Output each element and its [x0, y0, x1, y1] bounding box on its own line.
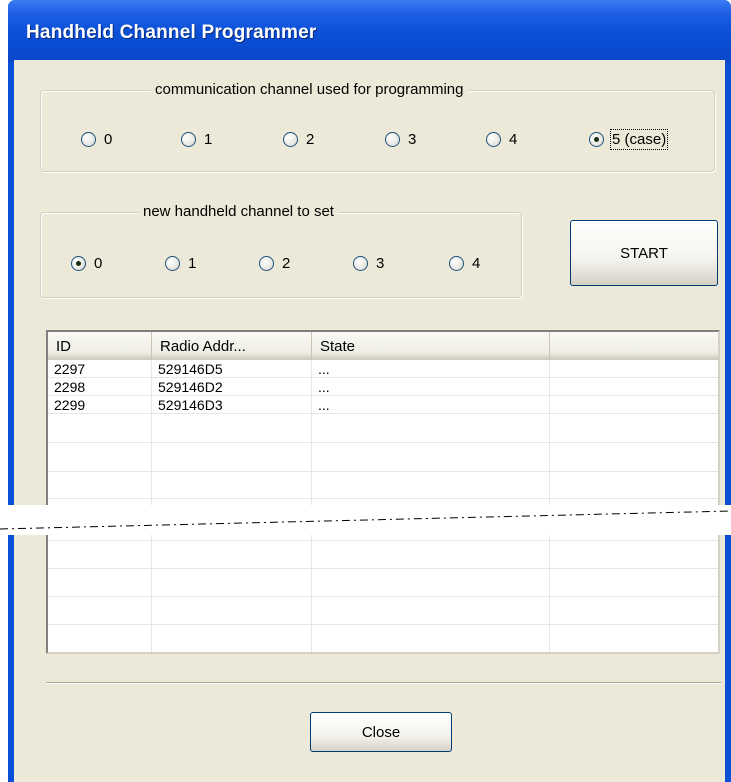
title-bar[interactable]: Handheld Channel Programmer — [8, 0, 731, 62]
comm-channel-radio-3[interactable]: 3 — [385, 131, 416, 148]
radio-label: 2 — [306, 131, 315, 148]
new-channel-radio-4[interactable]: 4 — [449, 255, 480, 272]
radio-label: 1 — [188, 255, 197, 272]
cell-id: 2298 — [54, 379, 86, 395]
comm-channel-radio-4[interactable]: 4 — [486, 131, 517, 148]
radio-label: 2 — [282, 255, 291, 272]
cell-id: 2297 — [54, 361, 86, 377]
comm-channel-radio-0[interactable]: 0 — [81, 131, 112, 148]
radio-label: 3 — [408, 131, 417, 148]
radio-label: 4 — [472, 255, 481, 272]
radio-label: 0 — [94, 255, 103, 272]
separator-line — [46, 682, 721, 684]
cell-state: ... — [318, 397, 330, 413]
cell-radio-addr: 529146D5 — [158, 361, 223, 377]
comm-channel-group: communication channel used for programmi… — [40, 81, 715, 172]
dialog-client-area: communication channel used for programmi… — [14, 60, 725, 782]
image-cut-band — [0, 505, 731, 535]
start-button[interactable]: START — [570, 220, 718, 286]
grid-line — [48, 540, 718, 541]
comm-channel-radio-2[interactable]: 2 — [283, 131, 314, 148]
comm-channel-radio-5[interactable]: 5 (case) — [589, 129, 669, 150]
close-button[interactable]: Close — [310, 712, 452, 752]
table-row[interactable]: 2298 529146D2 ... — [48, 378, 718, 396]
column-header-radio-addr[interactable]: Radio Addr... — [152, 332, 312, 360]
new-channel-radio-3[interactable]: 3 — [353, 255, 384, 272]
device-list-view[interactable]: ID Radio Addr... State 2297 529146D5 ...… — [46, 330, 720, 654]
grid-line — [48, 442, 718, 443]
grid-line — [48, 624, 718, 625]
cell-state: ... — [318, 361, 330, 377]
radio-circle-icon — [283, 132, 298, 147]
radio-label: 1 — [204, 131, 213, 148]
table-row[interactable]: 2299 529146D3 ... — [48, 396, 718, 414]
grid-line — [48, 498, 718, 499]
cut-line-icon — [0, 510, 731, 530]
radio-label: 4 — [509, 131, 518, 148]
new-channel-radio-0[interactable]: 0 — [71, 255, 102, 272]
cell-state: ... — [318, 379, 330, 395]
radio-circle-icon — [385, 132, 400, 147]
column-header-id[interactable]: ID — [48, 332, 152, 360]
radio-circle-icon — [259, 256, 274, 271]
radio-label: 0 — [104, 131, 113, 148]
radio-circle-icon — [181, 132, 196, 147]
table-row[interactable]: 2297 529146D5 ... — [48, 360, 718, 378]
app-window: Handheld Channel Programmer communicatio… — [8, 0, 731, 782]
grid-line — [48, 596, 718, 597]
column-header-empty[interactable] — [550, 332, 718, 360]
radio-label: 3 — [376, 255, 385, 272]
radio-label: 5 (case) — [609, 129, 669, 150]
radio-circle-icon — [81, 132, 96, 147]
window-title: Handheld Channel Programmer — [26, 22, 317, 43]
cell-radio-addr: 529146D2 — [158, 379, 223, 395]
new-channel-radio-2[interactable]: 2 — [259, 255, 290, 272]
radio-circle-checked-icon — [71, 256, 86, 271]
radio-circle-checked-icon — [589, 132, 604, 147]
new-channel-group-legend: new handheld channel to set — [139, 203, 338, 220]
cell-radio-addr: 529146D3 — [158, 397, 223, 413]
cell-id: 2299 — [54, 397, 86, 413]
comm-channel-group-legend: communication channel used for programmi… — [151, 81, 468, 98]
grid-line — [48, 471, 718, 472]
radio-circle-icon — [449, 256, 464, 271]
radio-circle-icon — [486, 132, 501, 147]
new-channel-radio-1[interactable]: 1 — [165, 255, 196, 272]
radio-circle-icon — [353, 256, 368, 271]
new-channel-group: new handheld channel to set 0 1 2 3 4 — [40, 203, 522, 298]
radio-circle-icon — [165, 256, 180, 271]
column-header-state[interactable]: State — [312, 332, 550, 360]
grid-line — [48, 568, 718, 569]
comm-channel-radio-1[interactable]: 1 — [181, 131, 212, 148]
list-header: ID Radio Addr... State — [48, 332, 718, 360]
